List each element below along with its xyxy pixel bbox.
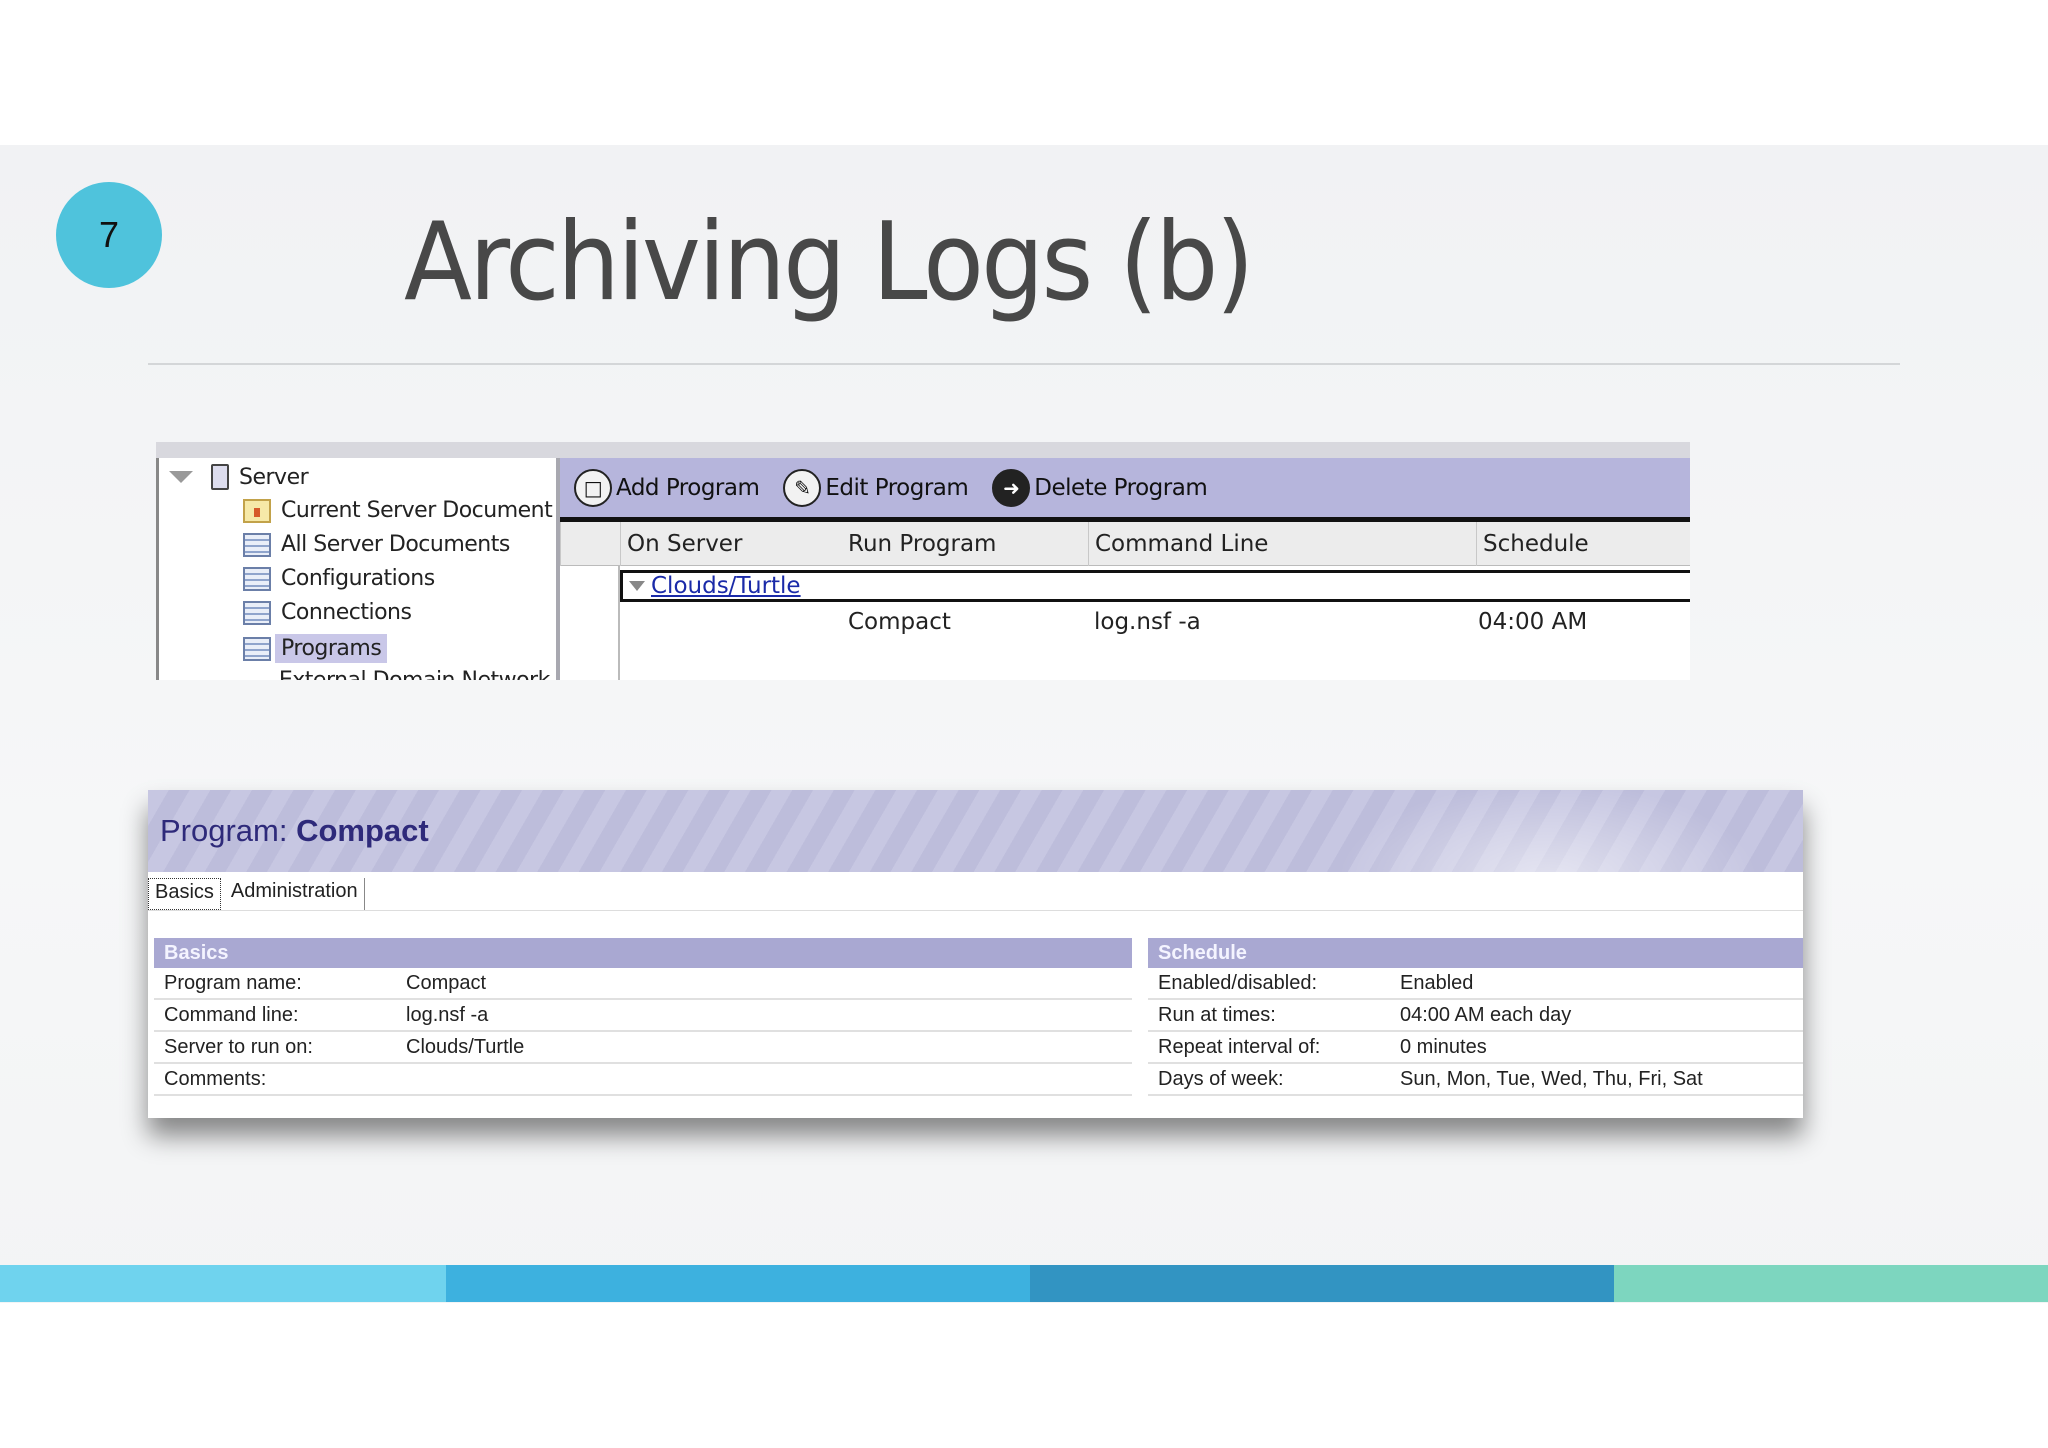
field-server-to-run-on: Server to run on: Clouds/Turtle [154, 1032, 1132, 1064]
slide-title: Archiving Logs (b) [404, 200, 1254, 325]
schedule-section-heading: Schedule [1148, 938, 1803, 968]
add-program-button[interactable]: □ Add Program [574, 468, 760, 507]
title-divider [148, 363, 1900, 365]
category-row[interactable]: Clouds/Turtle [620, 570, 1690, 602]
nav-item-connections[interactable]: Connections [243, 600, 412, 625]
programs-content-pane: □ Add Program ✎ Edit Program ➜ Delete Pr… [560, 458, 1690, 680]
footer-stripe-segment-1 [0, 1265, 446, 1302]
delete-program-button[interactable]: ➜ Delete Program [992, 468, 1208, 507]
field-value: Compact [406, 971, 487, 994]
field-repeat-interval: Repeat interval of: 0 minutes [1148, 1032, 1803, 1064]
nav-item-all-server-documents[interactable]: All Server Documents [243, 532, 510, 557]
field-label: Command line: [164, 1003, 299, 1026]
program-document-screenshot: Program: Compact Basics Administration B… [148, 790, 1803, 1118]
column-header-command-line[interactable]: Command Line [1088, 522, 1476, 566]
nav-item-label: Connections [281, 600, 412, 625]
add-document-icon: □ [574, 468, 612, 507]
program-document-header: Program: Compact [148, 790, 1803, 872]
table-row[interactable]: Compact log.nsf -a 04:00 AM [620, 604, 1690, 640]
program-title-name: Compact [296, 813, 429, 848]
field-command-line: Command line: log.nsf -a [154, 1000, 1132, 1032]
basics-section: Basics Program name: Compact Command lin… [154, 938, 1132, 1096]
navigation-pane: Server Current Server Document All Serve… [156, 458, 560, 680]
field-label: Server to run on: [164, 1035, 313, 1058]
view-column-headers: On Server Run Program Command Line Sched… [560, 522, 1690, 566]
footer-stripe-segment-3 [1030, 1265, 1614, 1302]
field-value: Clouds/Turtle [406, 1035, 525, 1058]
nav-server-root[interactable]: Server [169, 464, 309, 490]
field-label: Comments: [164, 1067, 267, 1090]
nav-server-label: Server [239, 464, 309, 490]
field-run-at-times: Run at times: 04:00 AM each day [1148, 1000, 1803, 1032]
add-program-label: Add Program [616, 474, 760, 501]
collapse-triangle-icon[interactable] [629, 581, 645, 591]
slide-number-badge: 7 [56, 182, 162, 288]
action-bar: □ Add Program ✎ Edit Program ➜ Delete Pr… [560, 458, 1690, 522]
field-label: Program name: [164, 971, 302, 994]
expand-triangle-icon[interactable] [169, 471, 193, 483]
footer-stripe-segment-2 [446, 1265, 1030, 1302]
edit-program-button[interactable]: ✎ Edit Program [783, 468, 969, 507]
column-header-run-program[interactable]: Run Program [842, 522, 1088, 566]
field-program-name: Program name: Compact [154, 968, 1132, 1000]
nav-item-label: Configurations [281, 566, 435, 591]
field-label: Days of week: [1158, 1067, 1284, 1090]
delete-program-label: Delete Program [1034, 474, 1208, 501]
view-icon [243, 532, 271, 557]
program-document-title: Program: Compact [160, 813, 429, 849]
programs-view-screenshot: Server Current Server Document All Serve… [156, 442, 1690, 680]
field-label: Repeat interval of: [1158, 1035, 1321, 1058]
footer-stripe-segment-4 [1614, 1265, 2048, 1302]
column-header-schedule[interactable]: Schedule [1476, 522, 1690, 566]
server-icon [211, 464, 229, 490]
view-icon [243, 636, 271, 661]
document-tabs: Basics Administration [148, 878, 369, 910]
field-value: Enabled [1400, 971, 1474, 994]
category-label[interactable]: Clouds/Turtle [651, 573, 801, 599]
field-value: 0 minutes [1400, 1035, 1487, 1058]
tab-administration[interactable]: Administration [225, 878, 365, 910]
pencil-icon: ✎ [783, 468, 822, 507]
nav-item-label: All Server Documents [281, 532, 510, 557]
column-header-gutter [560, 522, 620, 566]
nav-item-configurations[interactable]: Configurations [243, 566, 435, 591]
cell-run-program: Compact [848, 609, 951, 635]
nav-item-current-server-document[interactable]: Current Server Document [243, 498, 553, 523]
field-value: 04:00 AM each day [1400, 1003, 1572, 1026]
schedule-section: Schedule Enabled/disabled: Enabled Run a… [1148, 938, 1803, 1096]
cell-command-line: log.nsf -a [1094, 609, 1201, 635]
view-icon [243, 566, 271, 591]
document-icon [243, 498, 271, 523]
field-days-of-week: Days of week: Sun, Mon, Tue, Wed, Thu, F… [1148, 1064, 1803, 1096]
view-icon [243, 600, 271, 625]
field-value: log.nsf -a [406, 1003, 489, 1026]
slide-number: 7 [98, 214, 120, 255]
edit-program-label: Edit Program [825, 474, 969, 501]
field-label: Run at times: [1158, 1003, 1276, 1026]
trash-icon: ➜ [992, 468, 1031, 507]
tab-basics[interactable]: Basics [148, 878, 221, 910]
field-value: Sun, Mon, Tue, Wed, Thu, Fri, Sat [1400, 1067, 1703, 1090]
nav-item-programs[interactable]: Programs [243, 634, 388, 663]
column-header-on-server[interactable]: On Server [620, 522, 842, 566]
tab-divider [148, 910, 1803, 911]
field-enabled-disabled: Enabled/disabled: Enabled [1148, 968, 1803, 1000]
nav-item-external-domain-network[interactable]: External Domain Network Inf [243, 668, 556, 680]
field-label: Enabled/disabled: [1158, 971, 1318, 994]
cell-schedule: 04:00 AM [1478, 609, 1588, 635]
basics-section-heading: Basics [154, 938, 1132, 968]
field-comments: Comments: [154, 1064, 1132, 1096]
nav-item-label: Current Server Document [281, 498, 553, 523]
nav-item-label: External Domain Network Inf [279, 668, 556, 680]
nav-item-label: Programs [275, 634, 388, 663]
program-title-prefix: Program: [160, 813, 297, 848]
window-top-strip [156, 442, 1690, 458]
